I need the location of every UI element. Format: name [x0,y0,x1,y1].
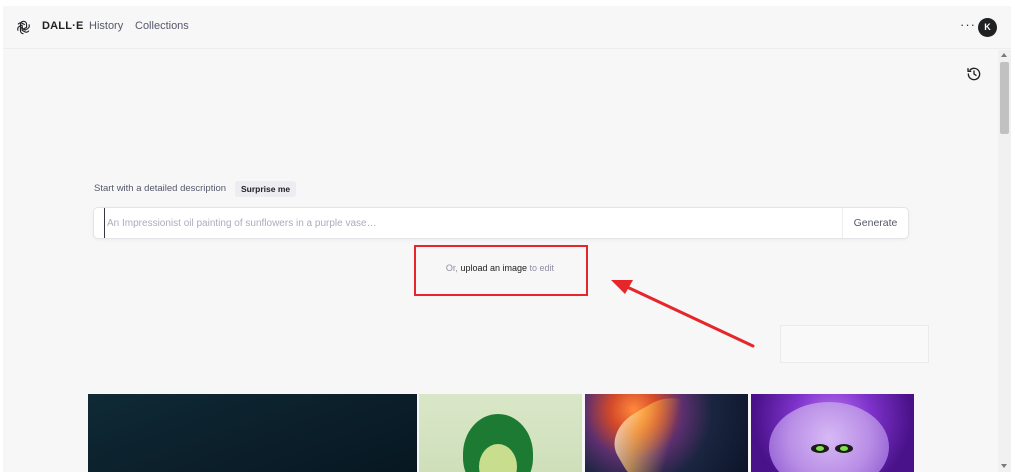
scroll-down-arrow-icon[interactable] [1001,464,1007,468]
colorful-splash-image-icon [603,394,717,472]
annotation-highlight-box [414,245,588,296]
user-avatar[interactable]: K [978,18,997,37]
gallery-image-3[interactable] [585,394,748,472]
nav-collections-link[interactable]: Collections [135,20,189,32]
monster-left-eye [811,444,829,453]
more-options-icon[interactable]: ··· [960,17,976,32]
scroll-up-arrow-icon[interactable] [1001,53,1007,57]
gallery-image-1[interactable] [88,394,417,472]
monster-right-eye [835,444,853,453]
prompt-bar: Generate [94,208,908,238]
dalle-app: DALL·E History Collections ··· K Start w… [3,6,1011,472]
top-bar: DALL·E History Collections ··· K [3,6,1011,49]
brand-name[interactable]: DALL·E [42,20,84,32]
nav-history-link[interactable]: History [89,20,123,32]
openai-logo-icon[interactable] [15,19,32,36]
history-icon[interactable] [966,66,982,82]
surprise-me-button[interactable]: Surprise me [235,181,297,197]
avocado-image-icon [463,414,533,472]
purple-monster-image-icon [769,402,889,472]
scroll-thumb[interactable] [1000,62,1009,134]
generate-button[interactable]: Generate [843,208,908,238]
annotation-arrow-icon [611,280,755,348]
avocado-flesh [479,444,517,472]
gallery-image-2[interactable] [419,394,582,472]
page-scrollbar[interactable] [998,50,1011,472]
prompt-intro-text: Start with a detailed description [94,183,227,194]
placeholder-panel [780,325,929,363]
prompt-input[interactable] [104,208,852,238]
gallery-image-4[interactable] [751,394,914,472]
